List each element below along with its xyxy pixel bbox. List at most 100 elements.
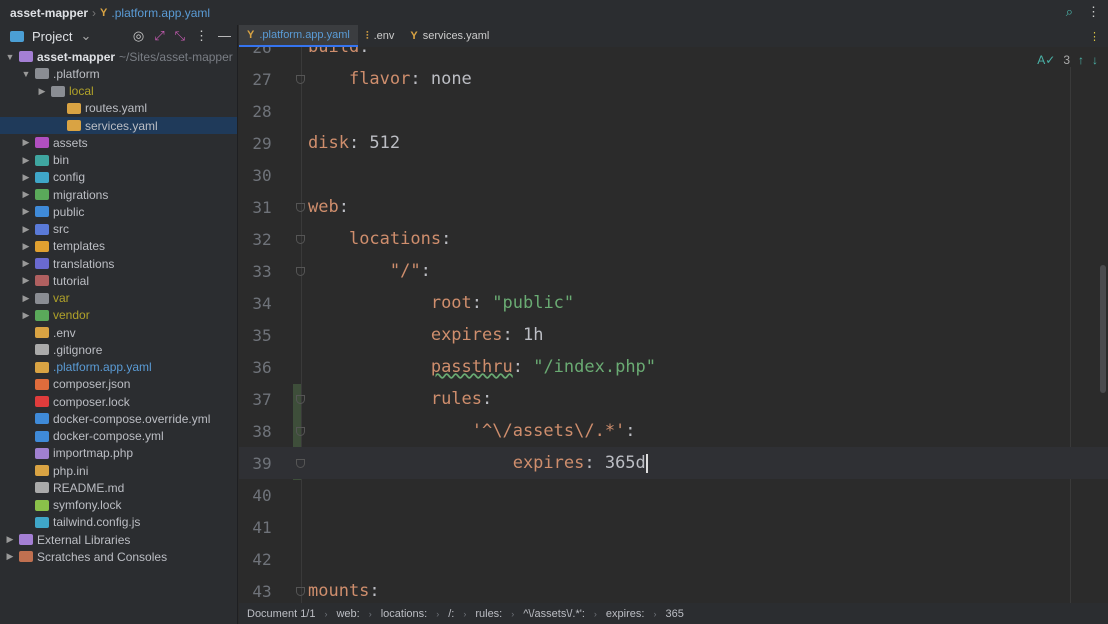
collapse-all-icon[interactable]: ⤡ — [175, 28, 185, 44]
tree-item[interactable]: composer.json — [0, 376, 237, 393]
chevron-right-icon[interactable]: ▶ — [20, 206, 32, 217]
code-line[interactable]: 27 flavor: none — [239, 63, 1108, 95]
tree-item[interactable]: symfony.lock — [0, 497, 237, 514]
tree-item[interactable]: ▼ asset-mapper ~/Sites/asset-mapper — [0, 48, 237, 65]
search-icon[interactable]: ⌕ — [1066, 4, 1073, 20]
chevron-down-icon[interactable]: ▼ — [4, 52, 16, 62]
tab[interactable]: ⫶ .env — [358, 25, 403, 47]
file-breadcrumb[interactable]: .platform.app.yaml — [111, 6, 210, 20]
chevron-right-icon[interactable]: ▶ — [36, 86, 48, 97]
tree-item[interactable]: php.ini — [0, 462, 237, 479]
tree-item[interactable]: ▶ migrations — [0, 186, 237, 203]
tree-item[interactable]: ▶ assets — [0, 134, 237, 151]
code-editor[interactable]: 26 build: 27 flavor: none 28 29 disk: 512 30 31… — [239, 47, 1108, 603]
chevron-right-icon[interactable]: ▶ — [20, 241, 32, 252]
chevron-right-icon[interactable]: ▶ — [20, 293, 32, 304]
chevron-right-icon[interactable]: ▶ — [20, 224, 32, 235]
tree-item[interactable]: ▶ local — [0, 83, 237, 100]
inspection-widget[interactable]: A✓ 3 ↑ ↓ — [1037, 53, 1098, 67]
code-line[interactable]: 38 '^\/assets\/.*': — [239, 415, 1108, 447]
status-breadcrumb-item[interactable]: ^\/assets\/.*': — [523, 608, 585, 620]
code-line[interactable]: 33 "/": — [239, 255, 1108, 287]
tree-item[interactable]: importmap.php — [0, 445, 237, 462]
tree-item[interactable]: tailwind.config.js — [0, 514, 237, 531]
tree-item[interactable]: ▶ config — [0, 169, 237, 186]
code-line[interactable]: 39 expires: 365d — [239, 447, 1108, 479]
vertical-scrollbar[interactable] — [1100, 265, 1106, 393]
chevron-right-icon[interactable]: ▶ — [20, 172, 32, 183]
code-line[interactable]: 36 passthru: "/index.php" — [239, 351, 1108, 383]
tree-item[interactable]: ▶ External Libraries — [0, 531, 237, 548]
chevron-right-icon[interactable]: ▶ — [4, 534, 16, 545]
fold-icon[interactable] — [296, 202, 305, 212]
locate-icon[interactable]: ◎ — [133, 28, 144, 44]
status-breadcrumb-item[interactable]: rules: — [475, 608, 502, 620]
chevron-right-icon[interactable]: ▶ — [20, 310, 32, 321]
tree-item[interactable]: docker-compose.override.yml — [0, 410, 237, 427]
tree-item[interactable]: composer.lock — [0, 393, 237, 410]
code-line[interactable]: 31 web: — [239, 191, 1108, 223]
fold-icon[interactable] — [296, 234, 305, 244]
chevron-right-icon[interactable]: ▶ — [4, 551, 16, 562]
chevron-right-icon[interactable]: ▶ — [20, 137, 32, 148]
code-line[interactable]: 29 disk: 512 — [239, 127, 1108, 159]
tree-item[interactable]: .platform.app.yaml — [0, 359, 237, 376]
code-line[interactable]: 26 build: — [239, 47, 1108, 63]
tab-options-icon[interactable]: ⋮ — [1089, 30, 1108, 43]
code-line[interactable]: 32 locations: — [239, 223, 1108, 255]
tree-item[interactable]: ▶ vendor — [0, 307, 237, 324]
status-breadcrumb-item[interactable]: expires: — [606, 608, 645, 620]
tree-item[interactable]: ▶ var — [0, 290, 237, 307]
chevron-right-icon[interactable]: ▶ — [20, 275, 32, 286]
tree-item[interactable]: ▶ tutorial — [0, 272, 237, 289]
chevron-down-icon[interactable]: ⌄ — [80, 28, 91, 44]
code-line[interactable]: 28 — [239, 95, 1108, 127]
chevron-right-icon[interactable]: ▶ — [20, 189, 32, 200]
hide-icon[interactable]: — — [218, 28, 231, 44]
chevron-right-icon[interactable]: ▶ — [20, 258, 32, 269]
next-issue-icon[interactable]: ↓ — [1092, 53, 1098, 67]
tree-item[interactable]: ▶ public — [0, 203, 237, 220]
tree-item[interactable]: services.yaml — [0, 117, 237, 135]
fold-icon[interactable] — [296, 458, 305, 468]
fold-icon[interactable] — [296, 426, 305, 436]
tree-item[interactable]: ▶ Scratches and Consoles — [0, 548, 237, 565]
chevron-right-icon[interactable]: ▶ — [20, 155, 32, 166]
code-line[interactable]: 41 — [239, 511, 1108, 543]
fold-icon[interactable] — [296, 74, 305, 84]
code-line[interactable]: 37 rules: — [239, 383, 1108, 415]
fold-icon[interactable] — [296, 586, 305, 596]
options-icon[interactable]: ⋮ — [195, 28, 208, 44]
tree-item[interactable]: docker-compose.yml — [0, 428, 237, 445]
code-line[interactable]: 42 — [239, 543, 1108, 575]
chevron-down-icon[interactable]: ▼ — [20, 69, 32, 79]
code-line[interactable]: 34 root: "public" — [239, 287, 1108, 319]
status-breadcrumb-item[interactable]: 365 — [665, 608, 683, 620]
tree-item[interactable]: README.md — [0, 479, 237, 496]
tab[interactable]: Y .platform.app.yaml — [239, 25, 358, 47]
fold-icon[interactable] — [296, 266, 305, 276]
tree-item[interactable]: ▶ templates — [0, 238, 237, 255]
tab[interactable]: Yservices.yaml — [402, 25, 497, 47]
status-breadcrumb-item[interactable]: /: — [448, 608, 454, 620]
code-line[interactable]: 43 mounts: — [239, 575, 1108, 603]
previous-issue-icon[interactable]: ↑ — [1078, 53, 1084, 67]
status-breadcrumb-item[interactable]: Document 1/1 — [247, 608, 315, 620]
tree-item[interactable]: .gitignore — [0, 341, 237, 358]
fold-icon[interactable] — [296, 394, 305, 404]
code-line[interactable]: 30 — [239, 159, 1108, 191]
project-view-selector[interactable]: Project — [32, 29, 72, 44]
tree-item[interactable]: ▶ src — [0, 221, 237, 238]
expand-all-icon[interactable]: ⤢ — [154, 28, 164, 44]
project-breadcrumb[interactable]: asset-mapper — [10, 6, 88, 20]
code-line[interactable]: 40 — [239, 479, 1108, 511]
tree-item[interactable]: ▶ bin — [0, 152, 237, 169]
tree-item[interactable]: routes.yaml — [0, 100, 237, 117]
tree-item[interactable]: ▶ translations — [0, 255, 237, 272]
more-icon[interactable]: ⋮ — [1087, 4, 1100, 20]
status-breadcrumb-item[interactable]: locations: — [381, 608, 427, 620]
tree-item[interactable]: ▼ .platform — [0, 65, 237, 82]
code-line[interactable]: 35 expires: 1h — [239, 319, 1108, 351]
tree-item[interactable]: .env — [0, 324, 237, 341]
status-breadcrumb-item[interactable]: web: — [336, 608, 359, 620]
